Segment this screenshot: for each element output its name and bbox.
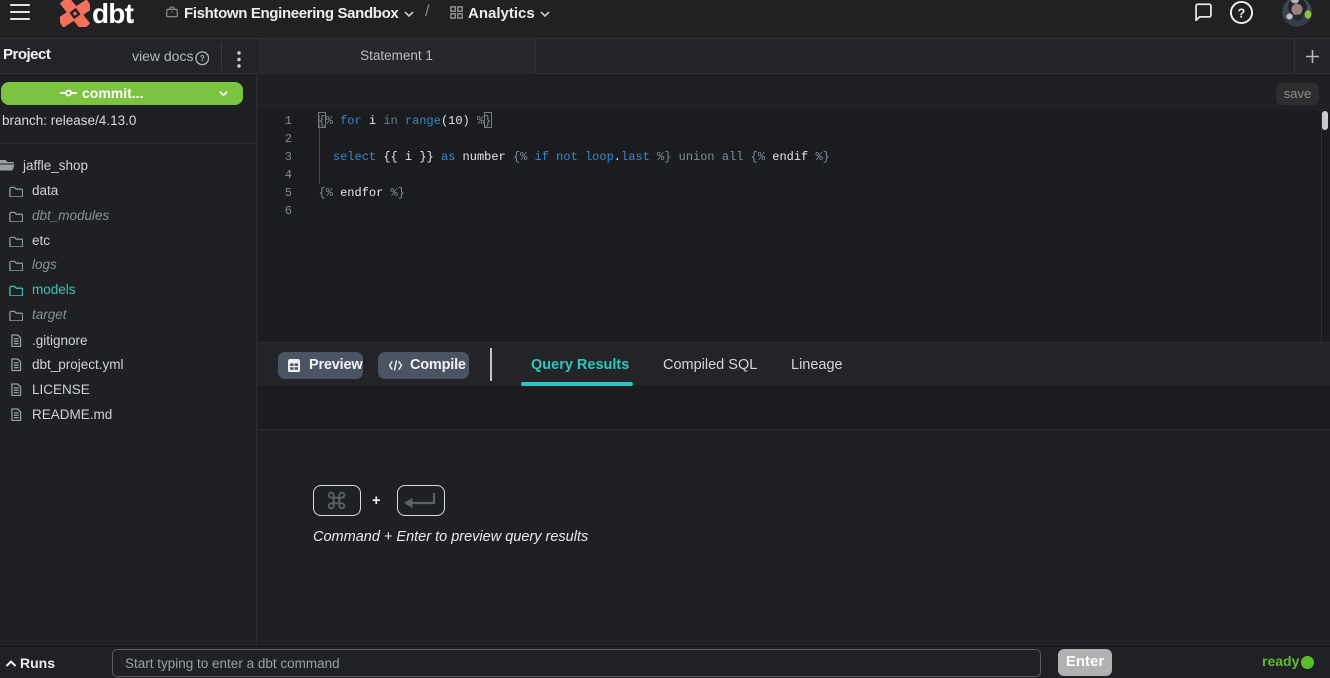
svg-text:?: ? <box>199 54 204 63</box>
svg-text:?: ? <box>1238 6 1246 20</box>
